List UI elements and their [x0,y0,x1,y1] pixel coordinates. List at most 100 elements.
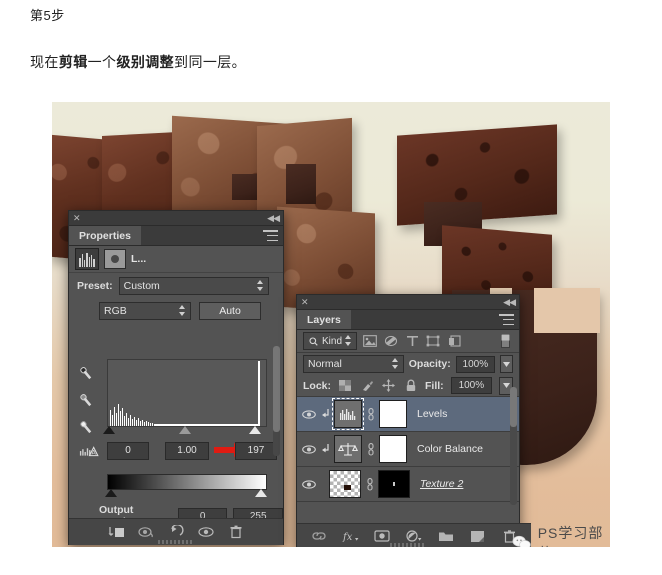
panel-resize-grip[interactable] [158,540,194,544]
panel-menu-icon[interactable] [499,314,514,325]
fill-field[interactable]: 100% [450,377,493,394]
input-white-slider[interactable] [249,426,261,434]
layer-mask-icon[interactable] [372,528,392,544]
layer-filter-row: Kind [297,330,519,353]
output-levels-sliders[interactable] [105,489,267,498]
layer-name-levels[interactable]: Levels [417,408,447,420]
layer-row-color-balance[interactable]: Color Balance [297,432,519,467]
preset-select[interactable]: Custom [118,277,269,295]
link-mask-icon[interactable] [366,406,375,422]
lock-all-icon[interactable] [403,378,418,394]
input-levels-sliders[interactable] [103,426,265,436]
layers-titlebar[interactable]: ✕ ◀◀ [297,295,519,310]
properties-tab-row[interactable]: Properties [69,226,283,246]
output-levels-gradient [107,474,267,490]
layer-mask-thumbnail-texture-2[interactable] [378,470,410,498]
previous-state-icon[interactable] [136,524,156,540]
layer-row-levels[interactable]: Levels [297,397,519,432]
lock-position-icon[interactable] [382,378,397,394]
visibility-icon[interactable] [301,442,317,456]
clipping-mask-icon [321,442,330,456]
output-white-slider[interactable] [255,489,267,497]
type-filter-icon[interactable] [404,333,420,349]
layers-tab-row[interactable]: Layers [297,310,519,330]
input-gamma-field[interactable]: 1.00 [165,442,209,460]
chevron-updown-icon[interactable] [391,358,399,369]
blend-mode-select[interactable]: Normal [303,355,404,373]
tab-properties[interactable]: Properties [69,226,141,245]
input-white-field[interactable]: 197 [235,442,277,460]
properties-scrollbar[interactable] [273,346,280,456]
properties-titlebar[interactable]: ✕ ◀◀ [69,211,283,226]
shape-filter-icon[interactable] [425,333,441,349]
input-black-slider[interactable] [103,426,115,434]
adjustment-layer-icon[interactable] [404,528,424,544]
reset-icon[interactable] [166,524,186,540]
lead-middle: 一个 [87,54,117,70]
delete-icon[interactable] [226,524,246,540]
white-point-eyedropper-icon[interactable] [77,420,95,436]
layer-row-texture-2[interactable]: Texture 2 [297,467,519,502]
input-gamma-slider[interactable] [179,426,191,434]
lead-bold-levels: 级别调整 [116,54,175,70]
adjustment-title: L... [131,253,147,265]
adjustment-filter-icon[interactable] [383,333,399,349]
layers-scrollbar[interactable] [510,387,517,505]
layer-mask-thumbnail-color-balance[interactable] [379,435,407,463]
layer-thumbnail-texture-2[interactable] [329,470,361,498]
output-black-slider[interactable] [105,489,117,497]
input-levels-values: A 0 1.00 197 [77,441,277,461]
visibility-icon[interactable] [196,524,216,540]
histogram[interactable] [107,359,267,427]
lock-image-icon[interactable] [360,378,375,394]
close-icon[interactable]: ✕ [301,297,309,307]
opacity-dropdown-icon[interactable] [499,355,513,373]
smart-object-filter-icon[interactable] [446,333,462,349]
opacity-field[interactable]: 100% [455,355,495,373]
gray-point-eyedropper-icon[interactable] [77,393,95,409]
clip-to-layer-icon[interactable] [106,524,126,540]
preset-row: Preset: Custom [69,273,283,299]
fill-label: Fill: [425,379,444,392]
blend-mode-row: Normal Opacity: 100% [297,353,519,375]
input-black-field[interactable]: 0 [107,442,149,460]
properties-panel[interactable]: ✕ ◀◀ Properties L... Preset: Custom RGB … [68,210,284,545]
chevron-updown-icon[interactable] [179,305,186,316]
wechat-icon [512,535,531,547]
lock-row: Lock: Fill: 100% [297,375,519,397]
new-layer-icon[interactable] [467,528,487,544]
visibility-icon[interactable] [301,477,317,491]
layer-name-texture-2[interactable]: Texture 2 [420,478,463,490]
auto-options-icon[interactable]: A [79,443,101,459]
new-group-icon[interactable] [436,528,456,544]
auto-button[interactable]: Auto [199,302,261,320]
collapse-icon[interactable]: ◀◀ [503,297,516,308]
channel-select[interactable]: RGB [99,302,191,320]
filter-kind-select[interactable]: Kind [303,332,358,350]
panel-menu-icon[interactable] [263,230,278,241]
layer-name-color-balance[interactable]: Color Balance [417,443,483,455]
layers-panel[interactable]: ✕ ◀◀ Layers Kind Normal Opacity: 100% Lo… [296,294,531,547]
mask-thumbnail-icon[interactable] [104,249,126,269]
black-point-eyedropper-icon[interactable] [77,366,95,382]
layers-resize-grip[interactable] [390,543,426,547]
svg-text:A: A [91,449,96,457]
layer-thumbnail-levels[interactable] [332,398,364,430]
chevron-updown-icon[interactable] [256,280,264,291]
visibility-icon[interactable] [301,407,317,421]
layer-mask-thumbnail-levels[interactable] [379,400,407,428]
chevron-updown-icon[interactable] [345,335,352,346]
lock-transparency-icon[interactable] [338,378,353,394]
layer-thumbnail-color-balance[interactable] [334,435,362,463]
link-mask-icon[interactable] [366,441,375,457]
watermark: PS学习部落 [512,523,610,547]
filter-toggle-icon[interactable] [497,333,513,349]
close-icon[interactable]: ✕ [73,213,81,223]
levels-icon[interactable] [75,248,99,270]
link-mask-icon[interactable] [365,476,374,492]
link-layers-icon[interactable] [309,528,329,544]
pixel-filter-icon[interactable] [362,333,378,349]
layer-style-icon[interactable]: fx [341,528,361,544]
tab-layers[interactable]: Layers [297,310,351,329]
collapse-icon[interactable]: ◀◀ [267,213,280,224]
